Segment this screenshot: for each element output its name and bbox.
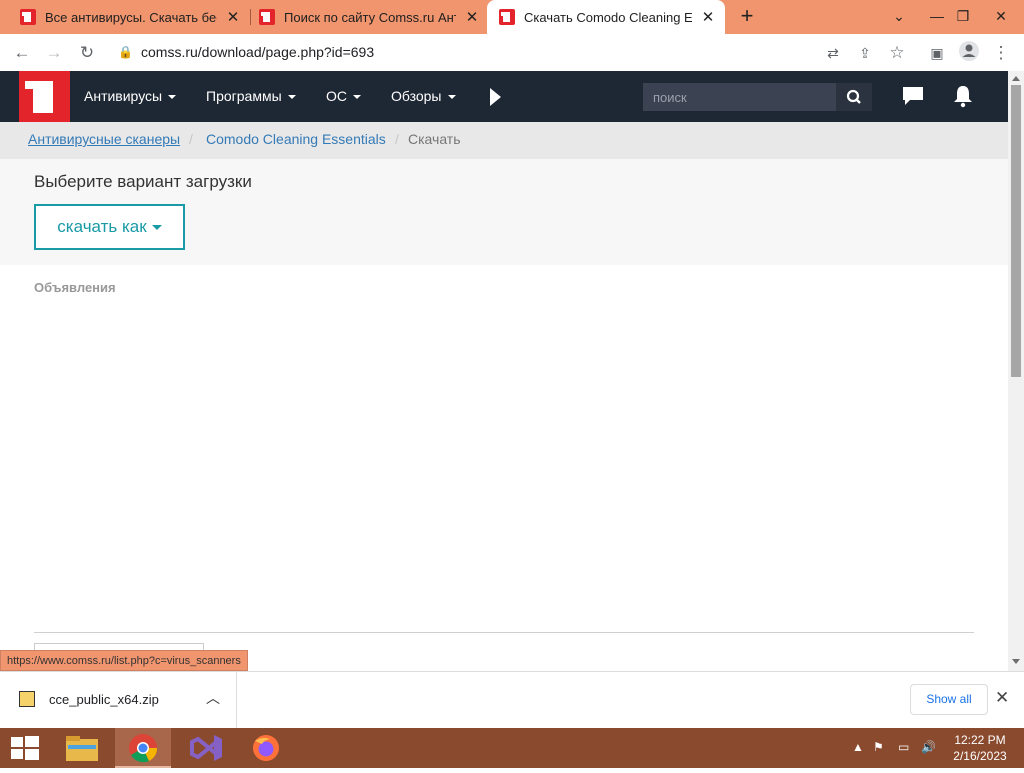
show-all-downloads-button[interactable]: Show all xyxy=(910,684,988,715)
page-scrollbar[interactable] xyxy=(1008,71,1024,671)
site-search-button[interactable] xyxy=(836,83,872,111)
tab-site-search[interactable]: Поиск по сайту Comss.ru Антивирусы ✕ xyxy=(239,0,489,34)
reload-icon[interactable]: ↻ xyxy=(74,40,100,66)
lock-icon: 🔒 xyxy=(118,45,133,59)
site-navbar: Антивирусы Программы ОС Обзоры xyxy=(0,71,1008,122)
side-panel-icon[interactable]: ▣ xyxy=(924,40,950,66)
back-arrow-icon[interactable]: ← xyxy=(9,40,35,66)
close-tab-icon[interactable]: ✕ xyxy=(698,8,718,26)
download-item[interactable]: cce_public_x64.zip ︿ xyxy=(0,672,237,729)
zip-file-icon xyxy=(19,691,35,707)
share-icon[interactable]: ⇪ xyxy=(852,40,878,66)
caret-down-icon xyxy=(447,95,456,100)
nav-label: ОС xyxy=(326,88,347,104)
google-chrome-icon[interactable] xyxy=(115,728,171,768)
tab-title: Поиск по сайту Comss.ru Антивирусы xyxy=(284,9,456,25)
scroll-down-arrow-icon[interactable] xyxy=(1012,659,1020,664)
forward-arrow-icon[interactable]: → xyxy=(41,40,67,66)
browser-tab-strip: Все антивирусы. Скачать бесплатные антив… xyxy=(0,0,1024,34)
caret-down-icon xyxy=(287,95,296,100)
comss-favicon-icon xyxy=(259,9,275,25)
nav-os[interactable]: ОС xyxy=(326,71,361,122)
translate-icon[interactable]: ⇄ xyxy=(820,40,846,66)
close-downloads-bar-icon[interactable]: ✕ xyxy=(995,688,1009,708)
notifications-bell-icon[interactable] xyxy=(952,84,974,113)
breadcrumb: Антивирусные сканеры / Comodo Cleaning E… xyxy=(0,122,1008,159)
breadcrumb-virus-scanners[interactable]: Антивирусные сканеры xyxy=(28,122,180,157)
tab-title: Скачать Comodo Cleaning Essentials xyxy=(524,9,692,25)
new-tab-button[interactable]: + xyxy=(735,5,759,29)
ads-heading: Объявления xyxy=(34,280,116,295)
site-search-input[interactable] xyxy=(643,83,836,111)
download-file-name[interactable]: cce_public_x64.zip xyxy=(49,692,159,707)
download-button-label: скачать как xyxy=(57,217,147,236)
nav-label: Антивирусы xyxy=(84,88,163,104)
nav-more-arrow-icon[interactable] xyxy=(490,88,501,106)
network-icon[interactable]: ▭ xyxy=(898,740,909,754)
tab-all-antiviruses[interactable]: Все антивирусы. Скачать бесплатные антив… xyxy=(0,0,250,34)
clock-date: 2/16/2023 xyxy=(953,749,1007,763)
breadcrumb-separator: / xyxy=(189,131,193,147)
comss-favicon-icon xyxy=(499,9,515,25)
file-explorer-icon[interactable] xyxy=(56,728,108,768)
nav-label: Программы xyxy=(206,88,282,104)
bookmark-star-icon[interactable]: ☆ xyxy=(884,40,910,66)
search-icon xyxy=(846,89,861,104)
address-text[interactable]: comss.ru/download/page.php?id=693 xyxy=(141,38,374,66)
tab-search-chevron-icon[interactable]: ⌄ xyxy=(882,0,916,34)
show-hidden-icons-chevron[interactable]: ▲ xyxy=(852,740,864,754)
download-as-dropdown-button[interactable]: скачать как xyxy=(34,204,185,250)
nav-programs[interactable]: Программы xyxy=(206,71,296,122)
system-clock[interactable]: 12:22 PM 2/16/2023 xyxy=(940,732,1020,764)
caret-down-icon xyxy=(353,95,361,100)
volume-icon[interactable]: 🔊 xyxy=(921,740,936,754)
flag-notification-icon[interactable]: ⚑ xyxy=(873,740,884,754)
downloads-bar: cce_public_x64.zip ︿ Show all ✕ xyxy=(0,671,1024,729)
download-options-panel: Выберите вариант загрузки скачать как xyxy=(0,159,1008,265)
windows-start-button[interactable] xyxy=(0,728,52,768)
nav-reviews[interactable]: Обзоры xyxy=(391,71,456,122)
caret-down-icon xyxy=(168,95,177,100)
breadcrumb-comodo-cleaning-essentials[interactable]: Comodo Cleaning Essentials xyxy=(206,122,386,157)
clock-time: 12:22 PM xyxy=(954,733,1006,747)
comss-favicon-icon xyxy=(20,9,36,25)
breadcrumb-current: Скачать xyxy=(408,131,461,147)
firefox-icon[interactable] xyxy=(240,728,292,768)
comss-logo[interactable] xyxy=(19,71,70,122)
windows-logo-icon xyxy=(11,736,39,760)
restore-icon[interactable]: ❐ xyxy=(946,0,980,34)
browser-menu-icon[interactable]: ⋮ xyxy=(988,40,1014,66)
close-tab-icon[interactable]: ✕ xyxy=(462,8,482,26)
windows-taskbar: ▲ ⚑ ▭ 🔊 12:22 PM 2/16/2023 xyxy=(0,728,1024,768)
tab-title: Все антивирусы. Скачать бесплатные антив… xyxy=(45,9,217,25)
content-divider xyxy=(34,632,974,633)
scroll-up-arrow-icon[interactable] xyxy=(1012,76,1020,81)
visual-studio-icon[interactable] xyxy=(180,728,232,768)
nav-antiviruses[interactable]: Антивирусы xyxy=(84,71,177,122)
download-title: Выберите вариант загрузки xyxy=(34,172,252,191)
scrollbar-thumb[interactable] xyxy=(1011,85,1021,377)
close-window-icon[interactable]: ✕ xyxy=(984,0,1018,34)
browser-toolbar: ← → ↻ 🔒 comss.ru/download/page.php?id=69… xyxy=(0,34,1024,72)
chevron-up-icon[interactable]: ︿ xyxy=(206,688,220,708)
link-hover-status-url: https://www.comss.ru/list.php?c=virus_sc… xyxy=(0,650,248,671)
tab-comodo-download[interactable]: Скачать Comodo Cleaning Essentials ✕ xyxy=(487,0,725,34)
nav-label: Обзоры xyxy=(391,88,442,104)
breadcrumb-separator: / xyxy=(395,131,399,147)
address-bar[interactable]: 🔒 comss.ru/download/page.php?id=693 xyxy=(108,38,918,66)
chat-icon[interactable] xyxy=(901,85,925,112)
profile-avatar-icon[interactable] xyxy=(956,40,982,66)
caret-down-icon xyxy=(151,225,162,231)
